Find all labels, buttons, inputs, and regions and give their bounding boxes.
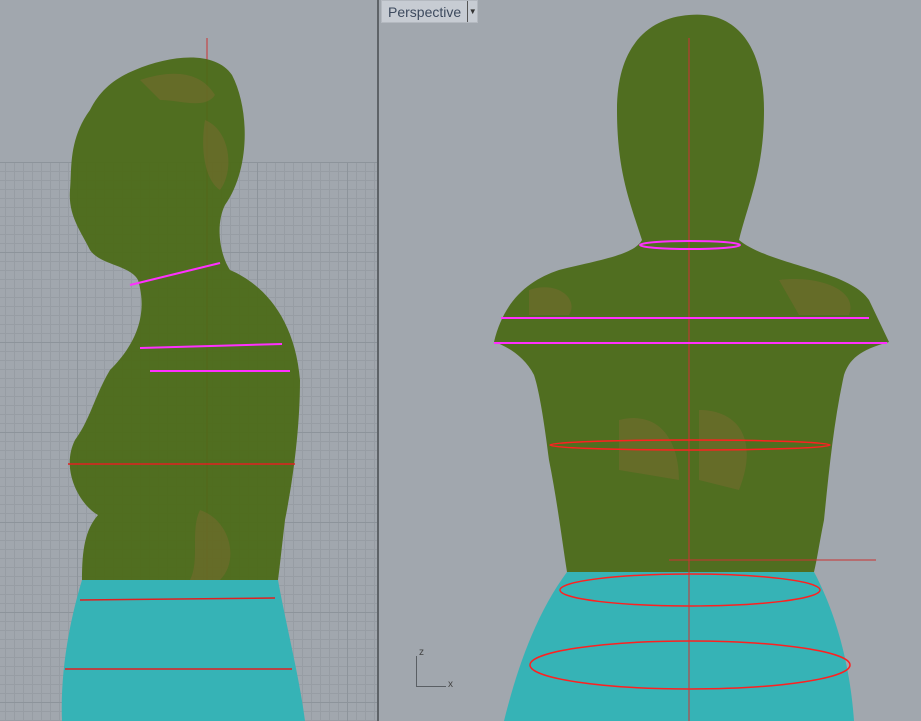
side-torso: [69, 57, 300, 580]
viewport-title-tab[interactable]: Perspective ▼: [381, 0, 479, 23]
viewport-title[interactable]: Perspective: [382, 4, 467, 20]
x-axis-label: x: [448, 679, 453, 690]
front-skirt: [504, 572, 854, 721]
perspective-viewport[interactable]: Perspective ▼: [379, 0, 921, 721]
side-model: [61, 38, 305, 721]
z-axis-label: z: [419, 647, 424, 658]
side-skirt: [61, 580, 305, 721]
x-axis-line: [416, 686, 446, 687]
axis-indicator: z x: [416, 647, 466, 690]
chevron-down-icon[interactable]: ▼: [467, 1, 477, 22]
side-viewport[interactable]: [0, 0, 377, 721]
front-model: [494, 14, 889, 721]
z-axis-line: [416, 656, 417, 686]
